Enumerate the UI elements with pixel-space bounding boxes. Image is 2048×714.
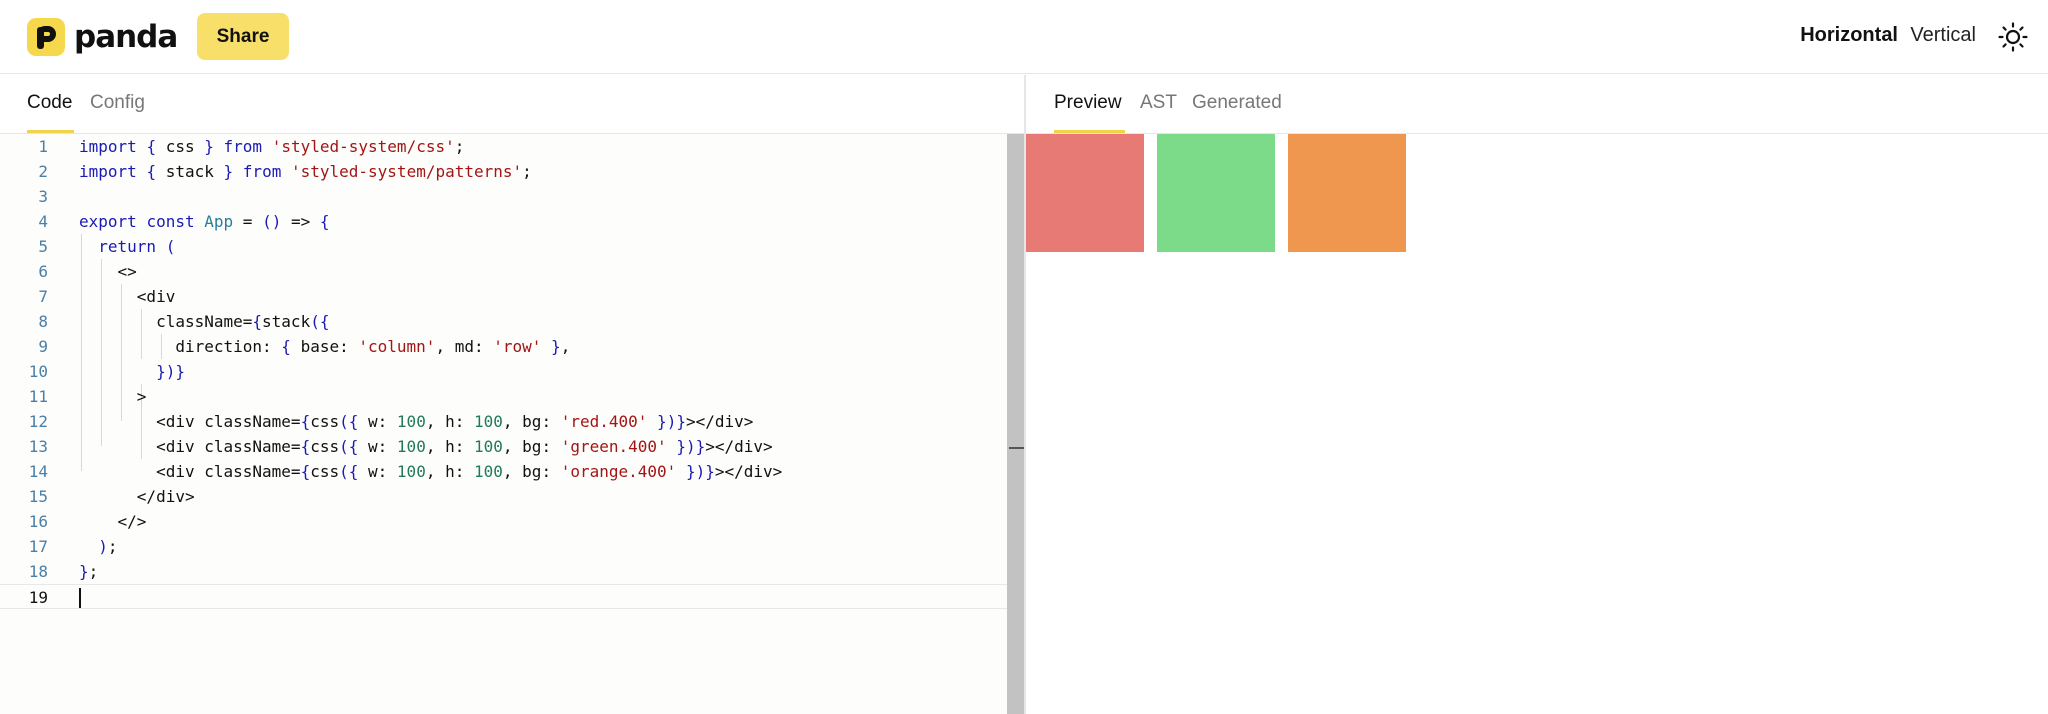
- code-text: <div className={css({ w: 100, h: 100, bg…: [79, 437, 773, 456]
- app-header: panda Share Horizontal Vertical: [0, 0, 2048, 74]
- line-number: 1: [38, 137, 48, 156]
- code-text: })}: [156, 362, 185, 381]
- line-number: 17: [28, 537, 48, 556]
- code-text: className={stack({: [79, 312, 330, 331]
- code-text: return (: [98, 237, 176, 256]
- code-line[interactable]: 11 >: [0, 384, 1007, 409]
- code-text: <div className={css({ w: 100, h: 100, bg…: [79, 412, 754, 431]
- line-number: 2: [38, 162, 48, 181]
- code-line[interactable]: 10 })}: [0, 359, 1007, 384]
- code-line[interactable]: 8 className={stack({: [0, 309, 1007, 334]
- preview-box-green: [1157, 134, 1275, 252]
- line-number: 6: [38, 262, 48, 281]
- code-text: </>: [79, 512, 147, 531]
- sun-icon[interactable]: [1998, 22, 2028, 52]
- line-number: 5: [38, 237, 48, 256]
- code-editor[interactable]: 1 import { css } from 'styled-system/css'…: [0, 134, 1007, 714]
- code-line[interactable]: 19: [0, 584, 1007, 609]
- preview-tabs: Preview AST Generated: [1026, 75, 2048, 134]
- code-line[interactable]: 9 direction: { base: 'column', md: 'row'…: [0, 334, 1007, 359]
- layout-horizontal-toggle[interactable]: Horizontal: [1800, 24, 1898, 47]
- line-number: 13: [28, 437, 48, 456]
- code-line[interactable]: 6 <>: [0, 259, 1007, 284]
- code-text: <div: [79, 287, 176, 306]
- code-text: </div>: [79, 487, 195, 506]
- tab-preview[interactable]: Preview: [1054, 92, 1122, 114]
- line-number: 11: [28, 387, 48, 406]
- code-text: export const App = () => {: [79, 212, 330, 231]
- line-number: 3: [38, 187, 48, 206]
- line-number: 4: [38, 212, 48, 231]
- code-line[interactable]: 14 <div className={css({ w: 100, h: 100,…: [0, 459, 1007, 484]
- code-text: >: [79, 387, 147, 406]
- code-line[interactable]: 4 export const App = () => {: [0, 209, 1007, 234]
- active-tab-indicator: [1054, 130, 1125, 133]
- editor-tabs: Code Config: [0, 75, 1024, 134]
- code-text: import { stack } from 'styled-system/pat…: [79, 162, 532, 181]
- tab-config[interactable]: Config: [90, 92, 145, 114]
- share-button[interactable]: Share: [197, 13, 289, 60]
- line-number: 9: [38, 337, 48, 356]
- tab-generated[interactable]: Generated: [1192, 92, 1282, 114]
- editor-scrollbar[interactable]: [1007, 134, 1024, 714]
- code-line[interactable]: 5 return (: [0, 234, 1007, 259]
- line-number: 18: [28, 562, 48, 581]
- code-line[interactable]: 13 <div className={css({ w: 100, h: 100,…: [0, 434, 1007, 459]
- code-line[interactable]: 2 import { stack } from 'styled-system/pa…: [0, 159, 1007, 184]
- code-text: <>: [79, 262, 137, 281]
- logo[interactable]: panda: [27, 18, 178, 56]
- line-number: 7: [38, 287, 48, 306]
- code-text: };: [79, 562, 99, 581]
- line-number: 8: [38, 312, 48, 331]
- line-number: 10: [28, 362, 48, 381]
- code-line[interactable]: 15 </div>: [0, 484, 1007, 509]
- preview-panel: Preview AST Generated: [1026, 75, 2048, 714]
- code-line[interactable]: 16 </>: [0, 509, 1007, 534]
- code-text: );: [98, 537, 118, 556]
- text-cursor: [79, 588, 81, 608]
- tab-code[interactable]: Code: [27, 92, 72, 114]
- code-line[interactable]: 17 );: [0, 534, 1007, 559]
- active-tab-indicator: [27, 130, 74, 133]
- code-line[interactable]: 1 import { css } from 'styled-system/css'…: [0, 134, 1007, 159]
- code-line[interactable]: 18};: [0, 559, 1007, 584]
- preview-box-red: [1026, 134, 1144, 252]
- line-number: 15: [28, 487, 48, 506]
- code-line[interactable]: 7 <div: [0, 284, 1007, 309]
- line-number: 12: [28, 412, 48, 431]
- code-text: <div className={css({ w: 100, h: 100, bg…: [79, 462, 783, 481]
- editor-panel: Code Config 1 import { css } from 'styled…: [0, 75, 1024, 714]
- tab-ast[interactable]: AST: [1140, 92, 1177, 114]
- scrollbar-marker: [1009, 447, 1024, 449]
- preview-box-orange: [1288, 134, 1406, 252]
- code-line[interactable]: 3: [0, 184, 1007, 209]
- line-number: 19: [28, 588, 48, 607]
- code-text: direction: { base: 'column', md: 'row' }…: [79, 337, 571, 356]
- line-number: 14: [28, 462, 48, 481]
- panda-logo-icon: [27, 18, 65, 56]
- code-text: import { css } from 'styled-system/css';: [79, 137, 465, 156]
- line-number: 16: [28, 512, 48, 531]
- code-line[interactable]: 12 <div className={css({ w: 100, h: 100,…: [0, 409, 1007, 434]
- layout-vertical-toggle[interactable]: Vertical: [1910, 24, 1976, 47]
- logo-text: panda: [74, 19, 178, 55]
